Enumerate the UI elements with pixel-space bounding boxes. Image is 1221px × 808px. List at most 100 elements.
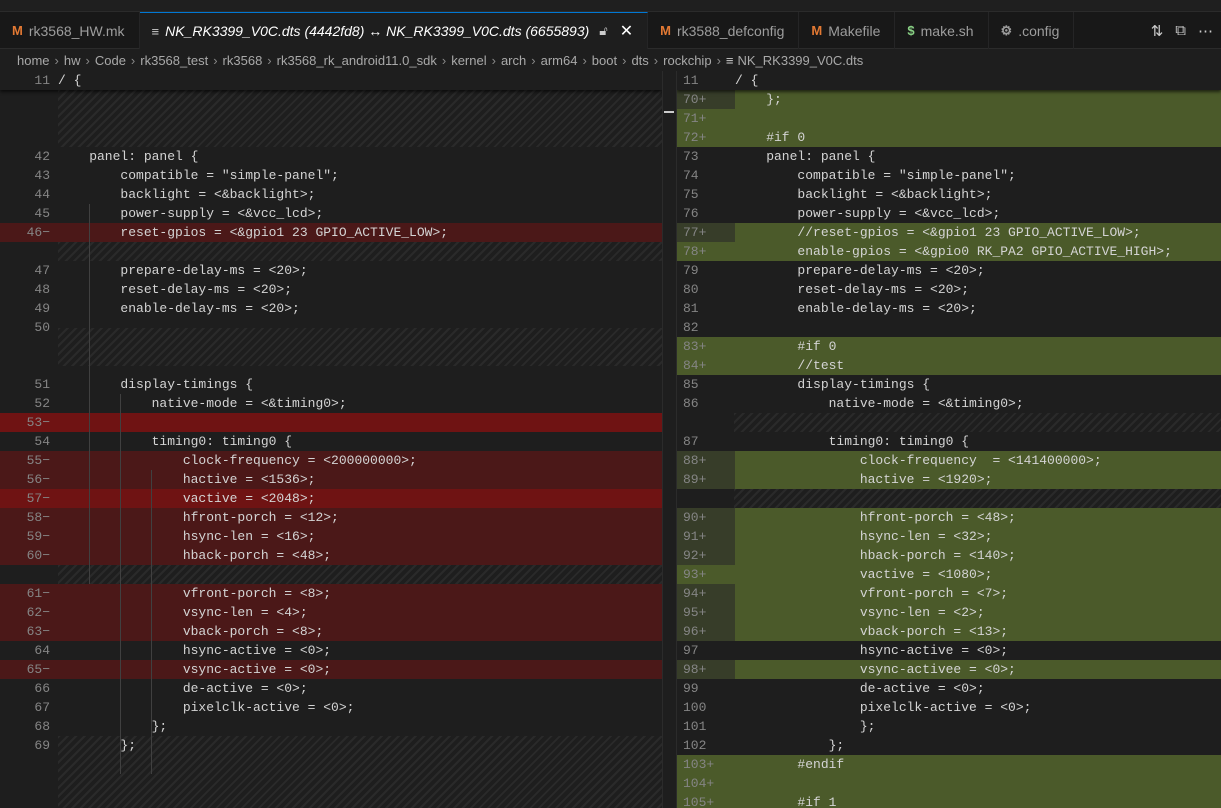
inserted-line[interactable]: 93+ vactive = <1080>;	[677, 565, 1221, 584]
breadcrumb-item[interactable]: rk3568_test	[140, 53, 208, 68]
code-line[interactable]: 64 hsync-active = <0>;	[0, 641, 676, 660]
deleted-line[interactable]: 65− vsync-active = <0>;	[0, 660, 676, 679]
tab-makefile[interactable]: M Makefile	[799, 12, 896, 49]
inserted-line[interactable]: 72+ #if 0	[677, 128, 1221, 147]
code-line[interactable]: 76 power-supply = <&vcc_lcd>;	[677, 204, 1221, 223]
code-line[interactable]: 49 enable-delay-ms = <20>;	[0, 299, 676, 318]
deleted-line[interactable]: 62− vsync-len = <4>;	[0, 603, 676, 622]
code-line[interactable]: 100 pixelclk-active = <0>;	[677, 698, 1221, 717]
breadcrumb-item[interactable]: boot	[592, 53, 617, 68]
line-number: 51	[34, 377, 50, 392]
breadcrumb-item[interactable]: hw	[64, 53, 81, 68]
code-line[interactable]: 97 hsync-active = <0>;	[677, 641, 1221, 660]
breadcrumb-item[interactable]: arm64	[541, 53, 578, 68]
code-line[interactable]: 51 display-timings {	[0, 375, 676, 394]
tab-make-sh[interactable]: $ make.sh	[895, 12, 989, 49]
code-line[interactable]: 102 };	[677, 736, 1221, 755]
more-actions-icon[interactable]: ⋯	[1198, 22, 1213, 40]
code-line[interactable]: 69 };	[0, 736, 676, 755]
code-line[interactable]: 79 prepare-delay-ms = <20>;	[677, 261, 1221, 280]
deleted-line[interactable]: 56− hactive = <1536>;	[0, 470, 676, 489]
inserted-line[interactable]: 91+ hsync-len = <32>;	[677, 527, 1221, 546]
breadcrumb-item[interactable]: kernel	[451, 53, 486, 68]
inserted-line[interactable]: 71+	[677, 109, 1221, 128]
deleted-line[interactable]: 63− vback-porch = <8>;	[0, 622, 676, 641]
code-line[interactable]: 43 compatible = "simple-panel";	[0, 166, 676, 185]
breadcrumb-item[interactable]: rockchip	[663, 53, 711, 68]
code-line[interactable]: 47 prepare-delay-ms = <20>;	[0, 261, 676, 280]
chevron-right-icon: ›	[441, 52, 447, 68]
line-number: 49	[34, 301, 50, 316]
deleted-line[interactable]: 58− hfront-porch = <12>;	[0, 508, 676, 527]
sticky-scroll-line[interactable]: 11 / {	[0, 71, 676, 90]
code-line[interactable]: 67 pixelclk-active = <0>;	[0, 698, 676, 717]
code-line[interactable]: 42 panel: panel {	[0, 147, 676, 166]
code-line[interactable]: 101 };	[677, 717, 1221, 736]
inserted-line[interactable]: 96+ vback-porch = <13>;	[677, 622, 1221, 641]
breadcrumb-item[interactable]: home	[17, 53, 50, 68]
tab-rk3568-hw-mk[interactable]: M rk3568_HW.mk	[0, 12, 140, 49]
deleted-line[interactable]: 57− vactive = <2048>;	[0, 489, 676, 508]
code-line[interactable]: 52 native-mode = <&timing0>;	[0, 394, 676, 413]
inserted-line[interactable]: 89+ hactive = <1920>;	[677, 470, 1221, 489]
inserted-line[interactable]: 98+ vsync-activee = <0>;	[677, 660, 1221, 679]
code-text: hsync-len = <32>;	[735, 527, 1221, 546]
inserted-line[interactable]: 83+ #if 0	[677, 337, 1221, 356]
deleted-line[interactable]: 59− hsync-len = <16>;	[0, 527, 676, 546]
inserted-line[interactable]: 70+ };	[677, 90, 1221, 109]
breadcrumb-item[interactable]: rk3568_rk_android11.0_sdk	[277, 53, 437, 68]
inserted-line[interactable]: 84+ //test	[677, 356, 1221, 375]
code-line[interactable]: 54 timing0: timing0 {	[0, 432, 676, 451]
deleted-line[interactable]: 55− clock-frequency = <200000000>;	[0, 451, 676, 470]
code-line[interactable]: 82	[677, 318, 1221, 337]
line-number: 100	[683, 700, 707, 715]
diff-pane-original[interactable]: 11 / { 42 panel: panel {43 compatible = …	[0, 71, 676, 808]
deleted-line[interactable]: 60− hback-porch = <48>;	[0, 546, 676, 565]
vertical-scrollbar[interactable]	[662, 71, 676, 808]
code-line[interactable]: 44 backlight = <&backlight>;	[0, 185, 676, 204]
code-line[interactable]: 75 backlight = <&backlight>;	[677, 185, 1221, 204]
code-line[interactable]: 80 reset-delay-ms = <20>;	[677, 280, 1221, 299]
breadcrumb-item[interactable]: Code	[95, 53, 126, 68]
inserted-line[interactable]: 104+	[677, 774, 1221, 793]
code-line[interactable]: 73 panel: panel {	[677, 147, 1221, 166]
breadcrumb-item[interactable]: arch	[501, 53, 526, 68]
line-number: 69	[34, 738, 50, 753]
inserted-line[interactable]: 103+ #endif	[677, 755, 1221, 774]
deleted-line[interactable]: 61− vfront-porch = <8>;	[0, 584, 676, 603]
line-number: 53−	[26, 415, 50, 430]
code-line[interactable]: 66 de-active = <0>;	[0, 679, 676, 698]
tab-diff-nk-rk3399[interactable]: ≡ NK_RK3399_V0C.dts (4442fd8) ↔ NK_RK339…	[139, 12, 649, 49]
code-line[interactable]: 74 compatible = "simple-panel";	[677, 166, 1221, 185]
code-line[interactable]: 48 reset-delay-ms = <20>;	[0, 280, 676, 299]
code-line[interactable]: 50	[0, 318, 676, 337]
code-line[interactable]: 85 display-timings {	[677, 375, 1221, 394]
deleted-line[interactable]: 53−	[0, 413, 676, 432]
inserted-line[interactable]: 95+ vsync-len = <2>;	[677, 603, 1221, 622]
open-file-icon[interactable]: ⧉	[1175, 22, 1186, 39]
inserted-line[interactable]: 105+ #if 1	[677, 793, 1221, 808]
tab-rk3588-defconfig[interactable]: M rk3588_defconfig	[648, 12, 800, 49]
breadcrumb-item[interactable]: NK_RK3399_V0C.dts	[738, 53, 864, 68]
inserted-line[interactable]: 88+ clock-frequency = <141400000>;	[677, 451, 1221, 470]
inserted-line[interactable]: 77+ //reset-gpios = <&gpio1 23 GPIO_ACTI…	[677, 223, 1221, 242]
sticky-scroll-line[interactable]: 11 / {	[677, 71, 1221, 90]
deleted-line[interactable]: 46− reset-gpios = <&gpio1 23 GPIO_ACTIVE…	[0, 223, 676, 242]
line-number: 90+	[683, 510, 707, 525]
diff-pane-modified[interactable]: 11 / { 70+ }; 71+ 72+ #if 0 73 panel: panel…	[676, 71, 1221, 808]
code-line[interactable]: 86 native-mode = <&timing0>;	[677, 394, 1221, 413]
code-line[interactable]: 81 enable-delay-ms = <20>;	[677, 299, 1221, 318]
inserted-line[interactable]: 90+ hfront-porch = <48>;	[677, 508, 1221, 527]
inserted-line[interactable]: 94+ vfront-porch = <7>;	[677, 584, 1221, 603]
tab-config[interactable]: ⚙ .config	[989, 12, 1075, 49]
code-line[interactable]: 45 power-supply = <&vcc_lcd>;	[0, 204, 676, 223]
code-line[interactable]: 87 timing0: timing0 {	[677, 432, 1221, 451]
breadcrumb-item[interactable]: rk3568	[223, 53, 263, 68]
close-icon[interactable]: ✕	[620, 21, 633, 41]
inserted-line[interactable]: 92+ hback-porch = <140>;	[677, 546, 1221, 565]
inserted-line[interactable]: 78+ enable-gpios = <&gpio0 RK_PA2 GPIO_A…	[677, 242, 1221, 261]
code-line[interactable]: 99 de-active = <0>;	[677, 679, 1221, 698]
code-line[interactable]: 68 };	[0, 717, 676, 736]
breadcrumb-item[interactable]: dts	[631, 53, 648, 68]
compare-changes-icon[interactable]: ⇅	[1151, 22, 1164, 40]
